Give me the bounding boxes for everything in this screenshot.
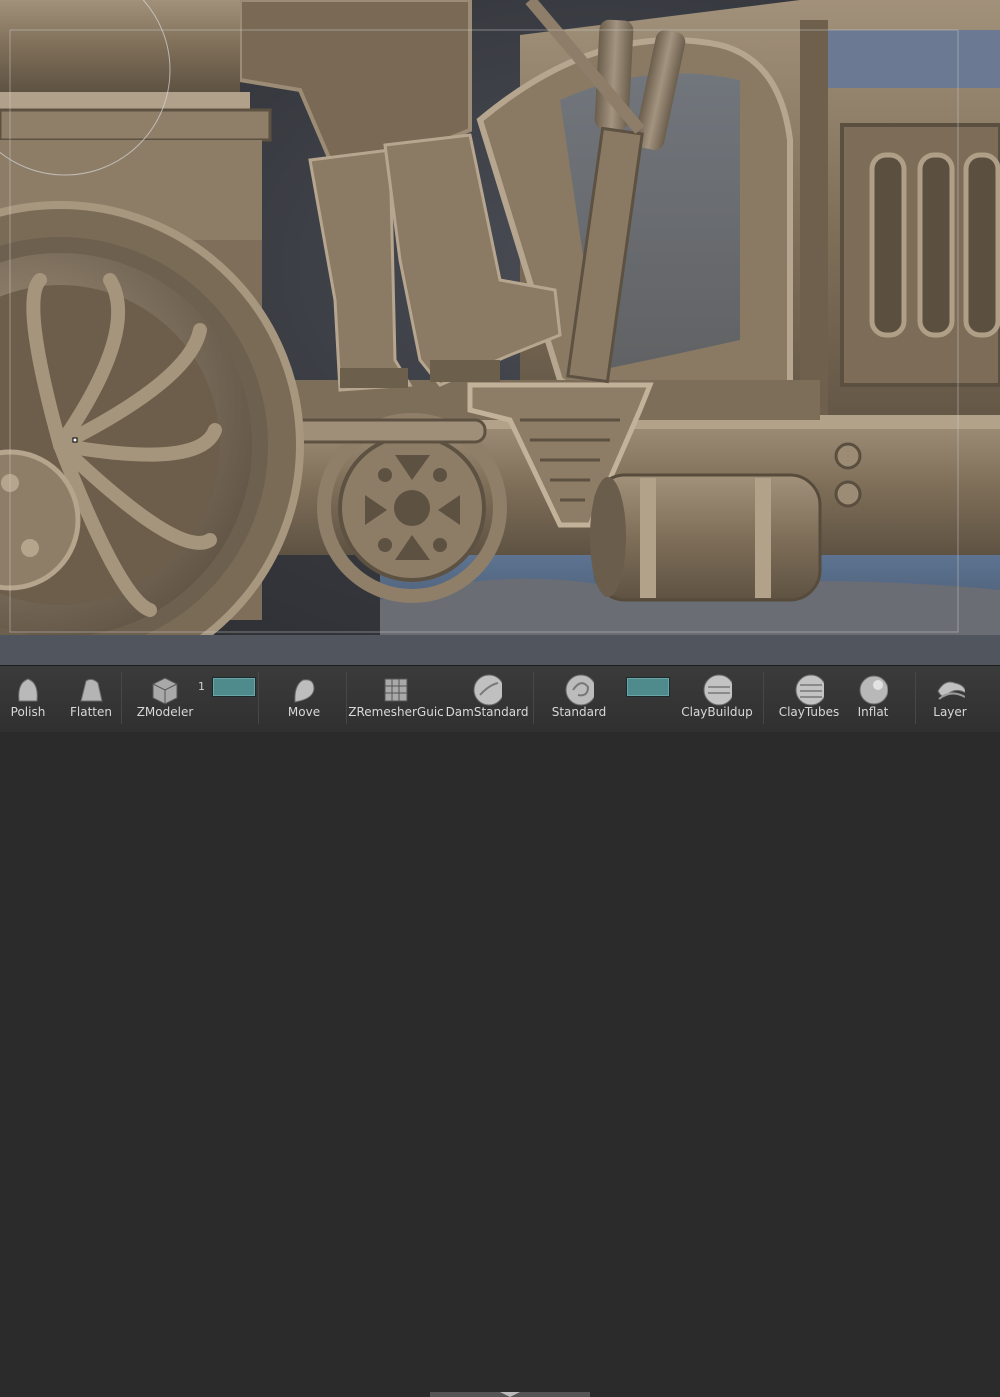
color-slot-1[interactable] <box>212 677 256 697</box>
standard-brush-icon <box>564 674 594 706</box>
move-brush-icon <box>289 675 319 705</box>
inflat-brush-button[interactable]: Inflat <box>852 666 894 728</box>
toolbar-separator <box>915 672 916 724</box>
top-rail <box>800 30 1000 88</box>
damstandard-brush-button[interactable]: DamStandard <box>446 666 528 728</box>
move-brush-button[interactable]: Move <box>280 666 328 728</box>
brush-shelf: Polish Flatten ZModeler 1 Move ZRemesher… <box>0 665 1000 1397</box>
figure-trousers <box>238 0 472 163</box>
flatten-brush-button[interactable]: Flatten <box>66 666 116 728</box>
toolbar-separator <box>258 672 259 724</box>
claybuildup-brush-icon <box>702 674 732 706</box>
sculpt-render <box>0 0 1000 665</box>
rivet <box>834 442 862 470</box>
polish-brush-button[interactable]: Polish <box>4 666 52 728</box>
shelf-scroll-handle[interactable] <box>430 1392 590 1397</box>
toolbar-separator <box>533 672 534 724</box>
cylinder-cap <box>0 108 272 142</box>
damstandard-brush-icon <box>472 674 502 706</box>
claytubes-brush-icon <box>794 674 824 706</box>
rivet <box>834 480 862 508</box>
zmodeler-brush-button[interactable]: ZModeler <box>134 666 196 728</box>
chain-top <box>283 418 487 444</box>
toolbar-separator <box>763 672 764 724</box>
claytubes-brush-button[interactable]: ClayTubes <box>776 666 842 728</box>
floor-trim <box>0 635 1000 665</box>
polish-brush-icon <box>13 675 43 705</box>
flatten-brush-icon <box>76 675 106 705</box>
barrel <box>593 473 822 602</box>
slot-number: 1 <box>198 680 205 693</box>
cylinder-top <box>0 0 240 92</box>
grille-slot-3 <box>963 152 1000 338</box>
toolbar-separator <box>346 672 347 724</box>
zmodeler-brush-icon <box>150 675 180 705</box>
zremesher-guide-brush-icon <box>381 675 411 705</box>
standard-brush-button[interactable]: Standard <box>548 666 610 728</box>
cursor-point <box>72 437 78 443</box>
inflat-brush-icon <box>858 675 888 705</box>
3d-viewport[interactable] <box>0 0 1000 665</box>
color-slot-2[interactable] <box>626 677 670 697</box>
grille-slot-1 <box>869 152 907 338</box>
layer-brush-icon <box>935 675 965 705</box>
zremesher-guide-brush-button[interactable]: ZRemesherGuic <box>348 666 444 728</box>
grille-slot-2 <box>917 152 955 338</box>
toolbar-separator <box>121 672 122 724</box>
layer-brush-button[interactable]: Layer <box>926 666 974 728</box>
claybuildup-brush-button[interactable]: ClayBuildup <box>680 666 754 728</box>
